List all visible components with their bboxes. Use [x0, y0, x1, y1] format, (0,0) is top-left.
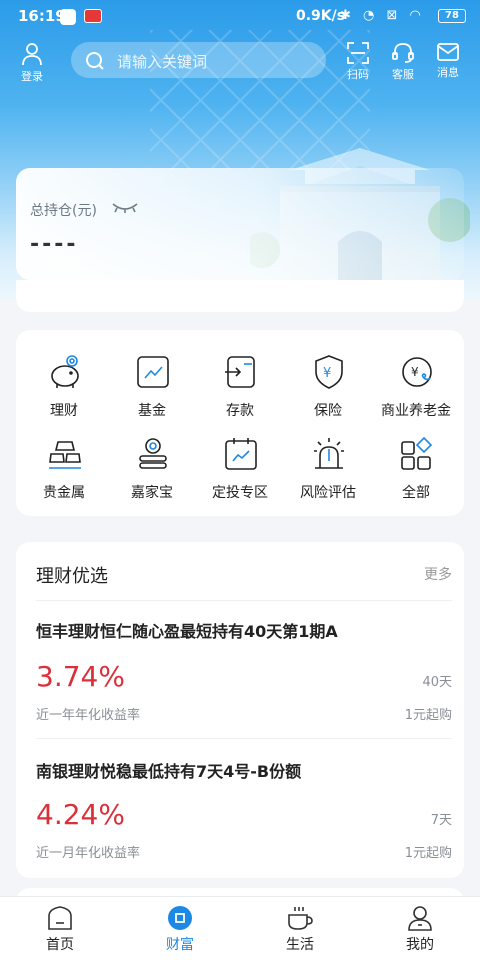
menu-item-pension[interactable]: ¥ 商业养老金 [370, 354, 462, 428]
holdings-value: ---- [30, 232, 79, 257]
scan-label: 扫码 [347, 68, 369, 81]
menu-item-licai[interactable]: 理财 [18, 354, 110, 428]
menu-item-all[interactable]: 全部 [370, 436, 462, 510]
product-name: 南银理财悦稳最低持有7天4号-B份额 [36, 762, 302, 781]
network-speed: 0.9K/s [296, 8, 346, 24]
menu-item-precious-metal[interactable]: 贵金属 [18, 436, 110, 510]
user-icon [22, 43, 42, 66]
deposit-icon [225, 356, 255, 388]
product-rate-desc: 近一月年化收益率 [36, 846, 141, 861]
coffee-cup-icon [288, 907, 313, 930]
svg-text:¥: ¥ [323, 366, 331, 381]
status-bar: 16:19 0.9K/s ✱ ◔ ⊠ ◠ 78 [0, 0, 480, 32]
quick-menu: 理财 基金 存款 ¥ 保险 ¥ 商业养老金 贵金属 嘉家宝 定投专区 风险评估 … [16, 330, 464, 516]
headset-icon [392, 43, 414, 63]
tab-life[interactable]: 生活 [240, 897, 360, 960]
tab-label: 首页 [46, 937, 74, 953]
holdings-label: 总持仓(元) [30, 203, 97, 219]
menu-item-risk-assessment[interactable]: 风险评估 [282, 436, 374, 510]
product-min-buy: 1元起购 [404, 846, 452, 861]
search-input[interactable]: 请输入关键词 [71, 42, 326, 78]
section-title: 理财优选 [36, 566, 108, 587]
tab-label: 财富 [166, 937, 194, 953]
product-rate: 3.74% [36, 660, 125, 693]
coin-stack-icon [139, 438, 167, 469]
message-label: 消息 [437, 66, 459, 79]
menu-label: 商业养老金 [381, 403, 451, 419]
card-bottom-strip [16, 280, 464, 312]
chart-icon [137, 356, 169, 388]
holdings-card[interactable]: 总持仓(元) ---- [16, 168, 464, 280]
menu-label: 贵金属 [43, 485, 85, 501]
scan-icon [347, 42, 369, 64]
tab-label: 生活 [286, 937, 314, 953]
notification-app-icon [60, 9, 76, 25]
menu-label: 理财 [50, 403, 78, 419]
login-label: 登录 [21, 70, 43, 83]
menu-item-jiajiabao[interactable]: 嘉家宝 [106, 436, 198, 510]
customer-service-button[interactable]: 客服 [381, 42, 425, 84]
menu-item-fund[interactable]: 基金 [106, 354, 198, 428]
product-term: 7天 [430, 813, 452, 828]
piggy-bank-icon [51, 355, 79, 388]
search-icon [86, 52, 104, 70]
bottom-tab-bar: 首页 财富 生活 我的 [0, 896, 480, 960]
menu-label: 嘉家宝 [131, 485, 173, 501]
mail-icon [437, 43, 459, 61]
divider [36, 600, 452, 601]
notification-app-icon [84, 9, 102, 23]
more-link[interactable]: 更多 [424, 564, 452, 584]
home-icon [48, 906, 72, 930]
pension-icon: ¥ [402, 357, 432, 387]
scan-button[interactable]: 扫码 [336, 42, 380, 84]
battery-icon: 78 [438, 9, 466, 23]
tab-label: 我的 [406, 937, 434, 953]
system-icons: ✱ ◔ ⊠ ◠ [340, 8, 425, 23]
calendar-chart-icon [225, 438, 257, 470]
eye-closed-icon[interactable] [112, 202, 138, 214]
product-term: 40天 [422, 675, 452, 690]
product-rate-desc: 近一年年化收益率 [36, 708, 141, 723]
menu-item-deposit[interactable]: 存款 [194, 354, 286, 428]
tab-mine[interactable]: 我的 [360, 897, 480, 960]
product-rate: 4.24% [36, 798, 125, 831]
menu-item-auto-invest[interactable]: 定投专区 [194, 436, 286, 510]
profile-icon [408, 906, 432, 931]
menu-label: 定投专区 [212, 485, 268, 501]
login-button[interactable]: 登录 [10, 42, 54, 84]
lamp-icon [314, 438, 344, 469]
tab-wealth[interactable]: 财富 [120, 897, 240, 960]
wealth-selection-card: 理财优选 更多 恒丰理财恒仁随心盈最短持有40天第1期A 3.74% 40天 近… [16, 542, 464, 878]
menu-label: 风险评估 [300, 485, 356, 501]
menu-label: 基金 [138, 403, 166, 419]
product-min-buy: 1元起购 [404, 708, 452, 723]
message-button[interactable]: 消息 [426, 42, 470, 84]
svg-text:¥: ¥ [411, 365, 419, 379]
service-label: 客服 [392, 68, 414, 81]
status-time: 16:19 [18, 7, 66, 25]
product-name: 恒丰理财恒仁随心盈最短持有40天第1期A [36, 622, 338, 641]
menu-label: 全部 [402, 485, 430, 501]
grid-icon [401, 436, 433, 470]
shield-yen-icon: ¥ [315, 355, 343, 389]
wealth-icon [168, 906, 192, 930]
divider [36, 738, 452, 739]
menu-label: 保险 [314, 403, 342, 419]
tab-home[interactable]: 首页 [0, 897, 120, 960]
menu-item-insurance[interactable]: ¥ 保险 [282, 354, 374, 428]
gold-bars-icon [49, 441, 81, 469]
search-placeholder: 请输入关键词 [117, 53, 208, 71]
menu-label: 存款 [226, 403, 254, 419]
